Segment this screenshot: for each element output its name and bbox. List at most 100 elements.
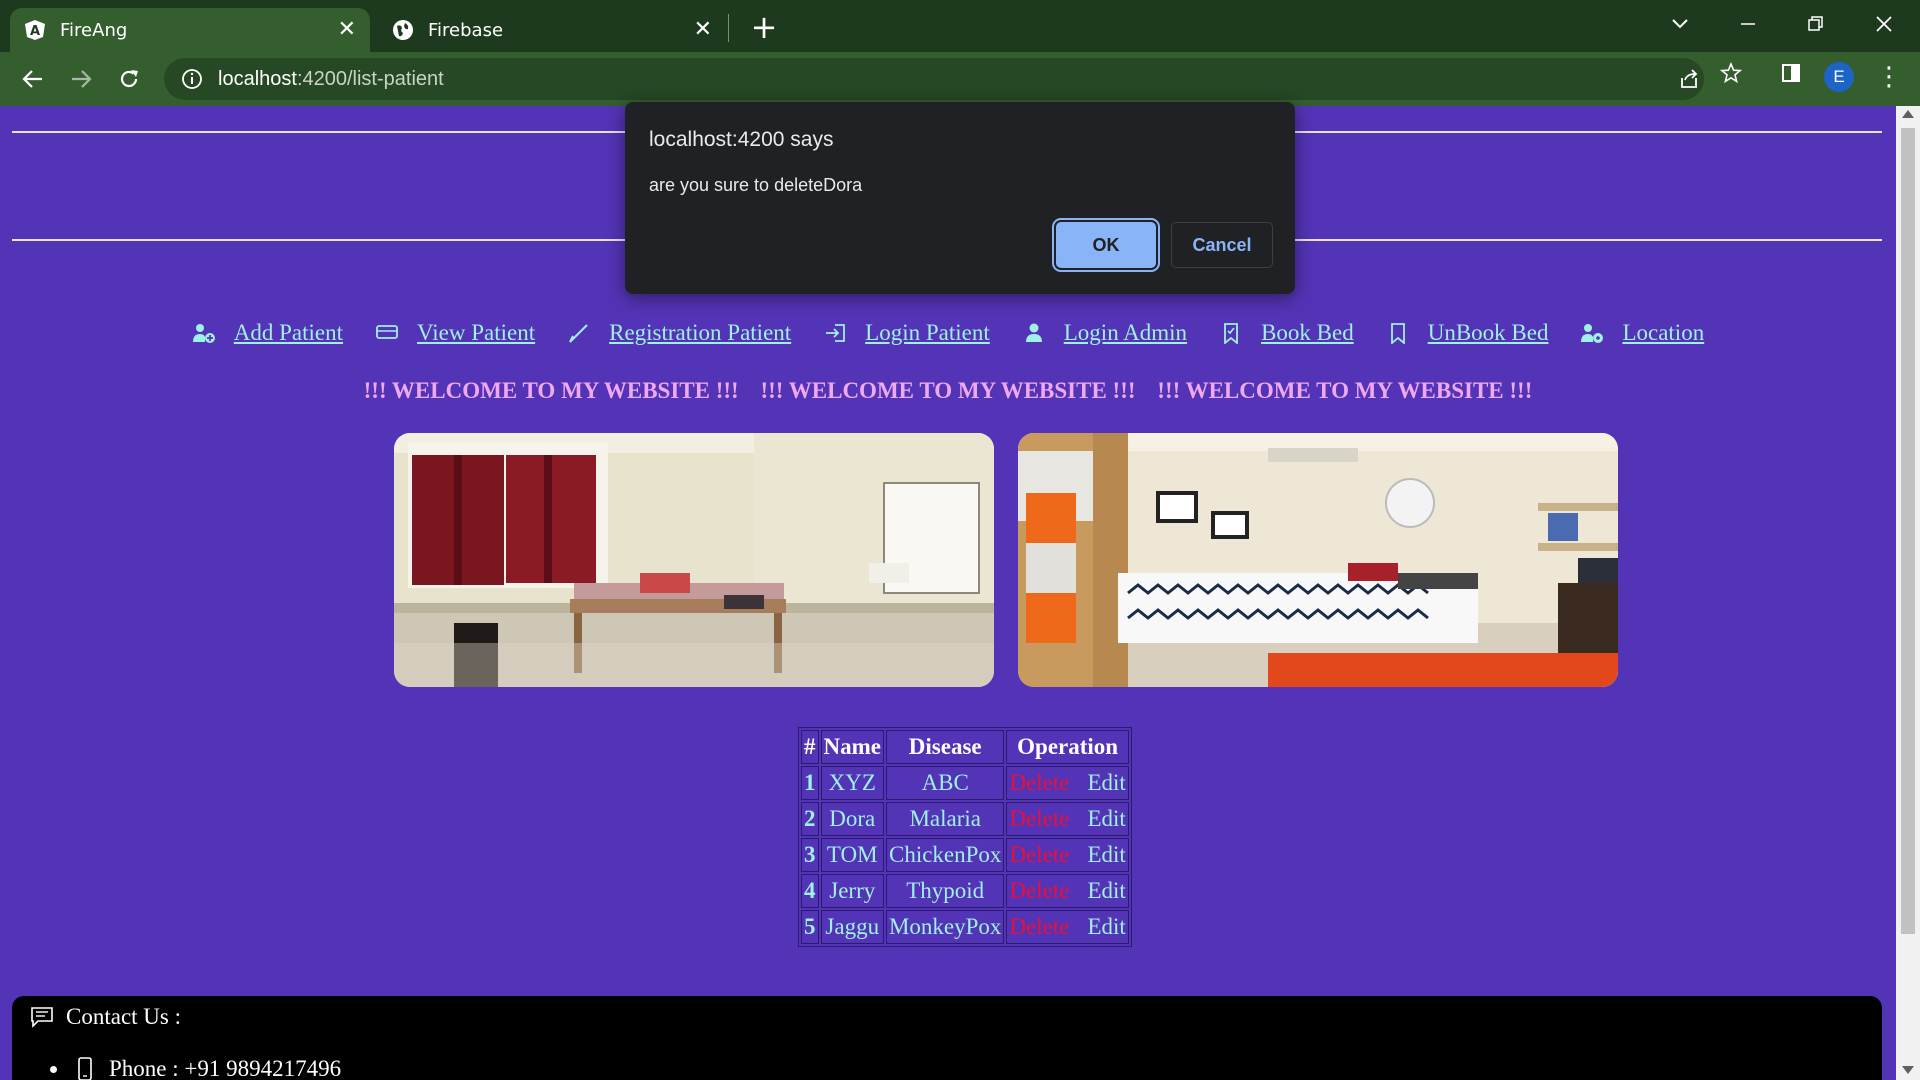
delete-button[interactable]: Delete: [1009, 878, 1069, 903]
column-header: Operation: [1006, 730, 1129, 764]
bookmark-icon: [1390, 323, 1405, 344]
nav-link-label: Location: [1622, 320, 1705, 345]
tab-fireang[interactable]: A FireAng ✕: [10, 8, 370, 52]
vertical-scrollbar[interactable]: [1896, 106, 1920, 1080]
table-row: 1 XYZ ABC Delete Edit: [801, 766, 1129, 800]
share-icon[interactable]: [1674, 64, 1704, 94]
browser-toolbar: localhost:4200/list-patient E ⋮: [0, 52, 1920, 106]
nav-registration-patient[interactable]: Registration Patient: [567, 320, 791, 346]
column-header: #: [801, 730, 819, 764]
ok-button[interactable]: OK: [1052, 218, 1160, 272]
nav-link-label: Login Admin: [1063, 320, 1188, 345]
restore-button[interactable]: [1786, 6, 1846, 42]
main-nav: Add Patient View Patient Registration Pa…: [0, 320, 1896, 346]
edit-button[interactable]: Edit: [1087, 806, 1125, 831]
edit-button[interactable]: Edit: [1087, 842, 1125, 867]
arrow-right-icon: [72, 70, 92, 88]
nav-login-patient[interactable]: Login Patient: [823, 320, 990, 346]
scrollbar-thumb[interactable]: [1901, 128, 1915, 934]
table-row: 2 Dora Malaria Delete Edit: [801, 802, 1129, 836]
table-row: 3 TOM ChickenPox Delete Edit: [801, 838, 1129, 872]
nav-view-patient[interactable]: View Patient: [375, 320, 535, 346]
profile-avatar[interactable]: E: [1824, 62, 1854, 92]
operation-cell: Delete Edit: [1006, 910, 1129, 944]
dialog-title: localhost:4200 says: [649, 128, 834, 151]
nav-link-label: UnBook Bed: [1427, 320, 1549, 345]
side-panel-icon[interactable]: [1776, 58, 1806, 88]
arrow-left-icon: [22, 70, 42, 88]
edit-button[interactable]: Edit: [1087, 914, 1125, 939]
back-button[interactable]: [16, 62, 50, 96]
patient-disease: MonkeyPox: [885, 910, 1005, 944]
bullet: [50, 1065, 57, 1073]
user-plus-icon: [192, 324, 215, 343]
nav-book-bed[interactable]: Book Bed: [1219, 320, 1354, 346]
patient-name: Jerry: [820, 874, 884, 908]
room-photo: [1018, 433, 1618, 687]
reload-button[interactable]: [112, 62, 146, 96]
patient-disease: Thypoid: [885, 874, 1005, 908]
minimize-button[interactable]: [1718, 6, 1778, 42]
welcome-marquee: !!! WELCOME TO MY WEBSITE !!! !!! WELCOM…: [0, 378, 1896, 404]
nav-unbook-bed[interactable]: UnBook Bed: [1386, 320, 1549, 346]
list-item: Phone : +91 9894217496: [50, 1056, 341, 1080]
nav-link-label: View Patient: [417, 320, 536, 345]
operation-cell: Delete Edit: [1006, 874, 1129, 908]
tab-title: Firebase: [428, 19, 504, 41]
nav-link-label: Login Patient: [865, 320, 990, 345]
row-number: 5: [801, 910, 819, 944]
cancel-button[interactable]: Cancel: [1171, 222, 1273, 268]
table-header-row: # Name Disease Operation: [801, 730, 1129, 764]
url-text: localhost:4200/list-patient: [218, 68, 444, 91]
nav-link-label: Registration Patient: [609, 320, 792, 345]
tab-firebase[interactable]: Firebase ✕: [378, 8, 726, 52]
nav-link-label: Add Patient: [233, 320, 344, 345]
contact-footer: Contact Us : Phone : +91 9894217496: [12, 996, 1882, 1080]
room-photo: [394, 433, 994, 687]
delete-button[interactable]: Delete: [1009, 770, 1069, 795]
bookmark-star-icon[interactable]: [1716, 58, 1746, 88]
card-icon: [376, 325, 398, 339]
nav-location[interactable]: Location: [1580, 320, 1704, 346]
delete-button[interactable]: Delete: [1009, 914, 1069, 939]
forward-button[interactable]: [64, 62, 98, 96]
patient-name: XYZ: [820, 766, 884, 800]
operation-cell: Delete Edit: [1006, 802, 1129, 836]
scroll-up-icon[interactable]: [1902, 110, 1914, 118]
patient-table: # Name Disease Operation 1 XYZ ABC Delet…: [798, 727, 1132, 947]
patient-name: Jaggu: [820, 910, 884, 944]
phone-text: Phone : +91 9894217496: [109, 1056, 342, 1080]
close-tab-icon[interactable]: ✕: [338, 19, 356, 41]
address-bar[interactable]: localhost:4200/list-patient: [164, 58, 1704, 100]
close-window-button[interactable]: [1854, 6, 1914, 42]
globe-icon: [392, 19, 414, 41]
svg-text:A: A: [30, 24, 40, 39]
operation-cell: Delete Edit: [1006, 766, 1129, 800]
patient-disease: Malaria: [885, 802, 1005, 836]
url-path: :4200/list-patient: [296, 67, 444, 90]
delete-button[interactable]: Delete: [1009, 806, 1069, 831]
edit-button[interactable]: Edit: [1087, 770, 1125, 795]
row-number: 4: [801, 874, 819, 908]
pen-icon: [569, 324, 588, 343]
patient-name: Dora: [820, 802, 884, 836]
delete-button[interactable]: Delete: [1009, 842, 1069, 867]
dialog-message: are you sure to deleteDora: [649, 175, 863, 195]
confirm-dialog: localhost:4200 says are you sure to dele…: [625, 102, 1295, 294]
scroll-down-icon[interactable]: [1902, 1066, 1914, 1074]
patient-disease: ABC: [885, 766, 1005, 800]
chat-icon: [31, 1007, 53, 1028]
info-icon[interactable]: [180, 67, 204, 91]
url-host: localhost: [218, 67, 297, 90]
angular-icon: A: [24, 19, 46, 41]
edit-button[interactable]: Edit: [1087, 878, 1125, 903]
tab-title: FireAng: [60, 19, 128, 41]
tab-search-icon[interactable]: [1650, 6, 1710, 42]
bookmark-icon: [1224, 323, 1238, 344]
new-tab-button[interactable]: +: [746, 10, 782, 46]
menu-kebab-icon[interactable]: ⋮: [1876, 62, 1902, 96]
user-location-icon: [1581, 324, 1604, 343]
close-tab-icon[interactable]: ✕: [694, 19, 712, 41]
nav-add-patient[interactable]: Add Patient: [192, 320, 343, 346]
nav-login-admin[interactable]: Login Admin: [1022, 320, 1187, 346]
